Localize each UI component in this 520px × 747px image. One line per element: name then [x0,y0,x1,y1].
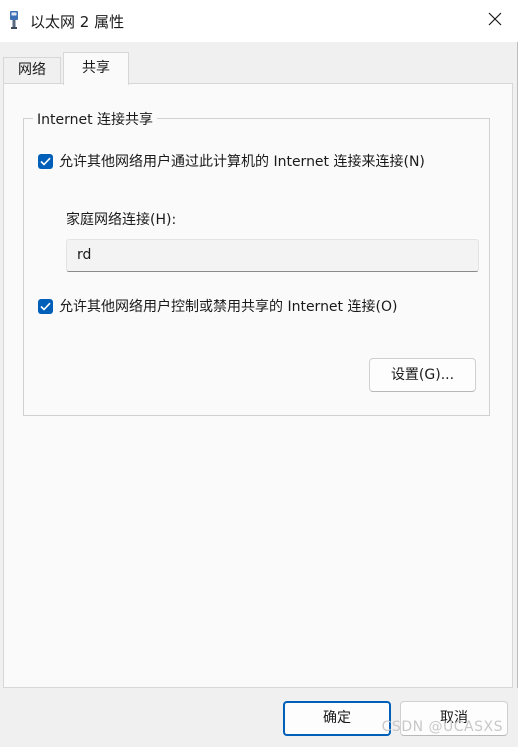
home-network-field[interactable]: rd [66,239,479,272]
checkmark-icon [40,157,51,166]
dialog-footer: 确定 取消 [0,688,518,747]
tab-network[interactable]: 网络 [3,57,61,84]
allow-connection-option[interactable]: 允许其他网络用户通过此计算机的 Internet 连接来连接(N) [38,151,425,171]
sharing-panel: Internet 连接共享 允许其他网络用户通过此计算机的 Internet 连… [3,83,513,688]
settings-button[interactable]: 设置(G)... [369,358,476,392]
group-title: Internet 连接共享 [33,109,158,129]
allow-control-label: 允许其他网络用户控制或禁用共享的 Internet 连接(O) [59,299,398,315]
window-title: 以太网 2 属性 [30,13,125,31]
checkmark-icon [40,302,51,311]
properties-dialog: 以太网 2 属性 网络 共享 Internet 连接共享 允许其他网络用户通过此… [0,0,518,747]
title-bar[interactable]: 以太网 2 属性 [0,0,518,42]
allow-control-checkbox[interactable] [38,298,53,314]
network-adapter-icon [7,10,21,30]
allow-control-option[interactable]: 允许其他网络用户控制或禁用共享的 Internet 连接(O) [38,296,397,316]
close-button[interactable] [478,5,512,37]
ok-button[interactable]: 确定 [283,701,391,736]
watermark: CSDN @UCASXS [381,719,503,735]
allow-connection-label: 允许其他网络用户通过此计算机的 Internet 连接来连接(N) [59,154,425,170]
allow-connection-checkbox[interactable] [38,153,53,169]
home-network-label: 家庭网络连接(H): [66,212,177,228]
internet-sharing-group: Internet 连接共享 允许其他网络用户通过此计算机的 Internet 连… [23,109,490,416]
close-icon [488,12,502,30]
tab-sharing[interactable]: 共享 [63,52,129,85]
